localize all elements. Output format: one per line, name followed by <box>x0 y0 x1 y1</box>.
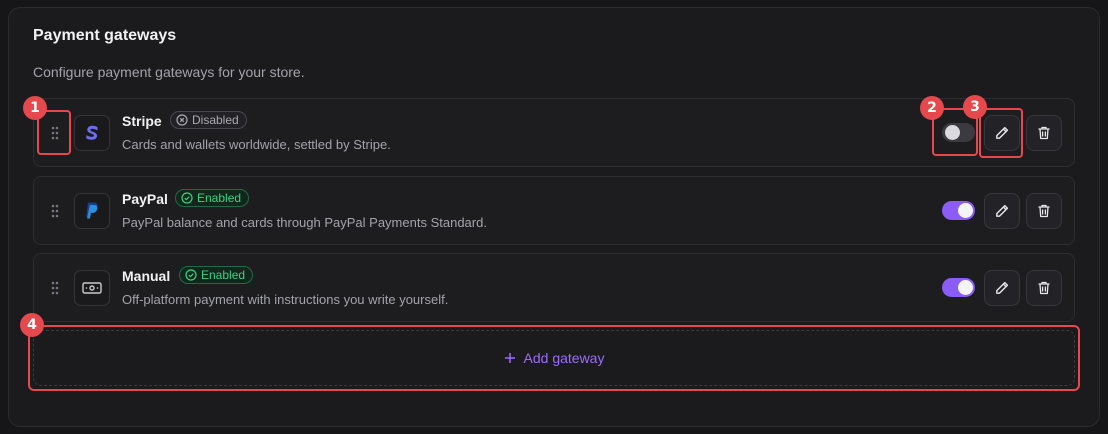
cash-icon <box>74 270 110 306</box>
gateway-description: PayPal balance and cards through PayPal … <box>122 215 487 230</box>
gateway-row-stripe: Stripe Disabled Cards and wallets worldw… <box>33 98 1075 167</box>
section-title: Payment gateways <box>33 27 177 44</box>
trash-icon <box>1038 204 1050 218</box>
edit-button[interactable] <box>984 270 1020 306</box>
gateway-row-paypal: PayPal Enabled PayPal balance and cards … <box>33 176 1075 245</box>
gateway-description: Off-platform payment with instructions y… <box>122 292 449 307</box>
check-circle-icon <box>185 269 197 281</box>
edit-button[interactable] <box>984 193 1020 229</box>
enable-toggle[interactable] <box>942 201 975 220</box>
gateway-row-manual: Manual Enabled Off-platform payment with… <box>33 253 1075 322</box>
stripe-logo-icon <box>74 115 110 151</box>
annotation-marker: 4 <box>20 313 44 337</box>
gateway-name: Stripe <box>122 113 162 129</box>
pencil-icon <box>996 204 1009 217</box>
status-badge: Enabled <box>175 189 250 207</box>
section-subtitle: Configure payment gateways for your stor… <box>33 64 305 80</box>
delete-button[interactable] <box>1026 115 1062 151</box>
paypal-logo-icon <box>74 193 110 229</box>
status-badge-label: Enabled <box>197 191 242 205</box>
annotation-marker: 2 <box>920 96 944 120</box>
status-badge: Disabled <box>170 111 247 129</box>
gateway-name: PayPal <box>122 191 168 207</box>
delete-button[interactable] <box>1026 193 1062 229</box>
annotation-marker: 3 <box>963 95 987 119</box>
gateway-description: Cards and wallets worldwide, settled by … <box>122 137 391 152</box>
toggle-knob <box>958 203 973 218</box>
toggle-knob <box>958 280 973 295</box>
x-circle-icon <box>176 114 188 126</box>
highlight-add-gateway <box>28 325 1080 391</box>
drag-handle-icon[interactable] <box>48 278 62 298</box>
trash-icon <box>1038 126 1050 140</box>
trash-icon <box>1038 281 1050 295</box>
status-badge-label: Enabled <box>201 268 246 282</box>
drag-handle-icon[interactable] <box>48 201 62 221</box>
highlight-edit-button <box>979 108 1023 158</box>
gateway-name: Manual <box>122 268 171 284</box>
pencil-icon <box>996 281 1009 294</box>
enable-toggle[interactable] <box>942 278 975 297</box>
delete-button[interactable] <box>1026 270 1062 306</box>
status-badge-label: Disabled <box>192 113 239 127</box>
annotation-marker: 1 <box>23 96 47 120</box>
status-badge: Enabled <box>179 266 254 284</box>
check-circle-icon <box>181 192 193 204</box>
